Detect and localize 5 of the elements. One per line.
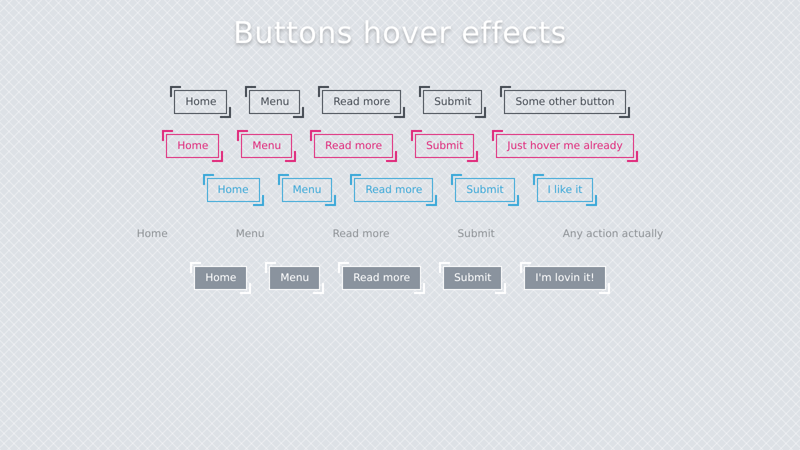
text-link[interactable]: Read more — [306, 218, 416, 250]
text-link[interactable]: Home — [110, 218, 195, 250]
text-link[interactable]: Menu — [208, 218, 292, 250]
text-link[interactable]: Any action actually — [536, 218, 690, 250]
text-link[interactable]: Submit — [430, 218, 522, 250]
